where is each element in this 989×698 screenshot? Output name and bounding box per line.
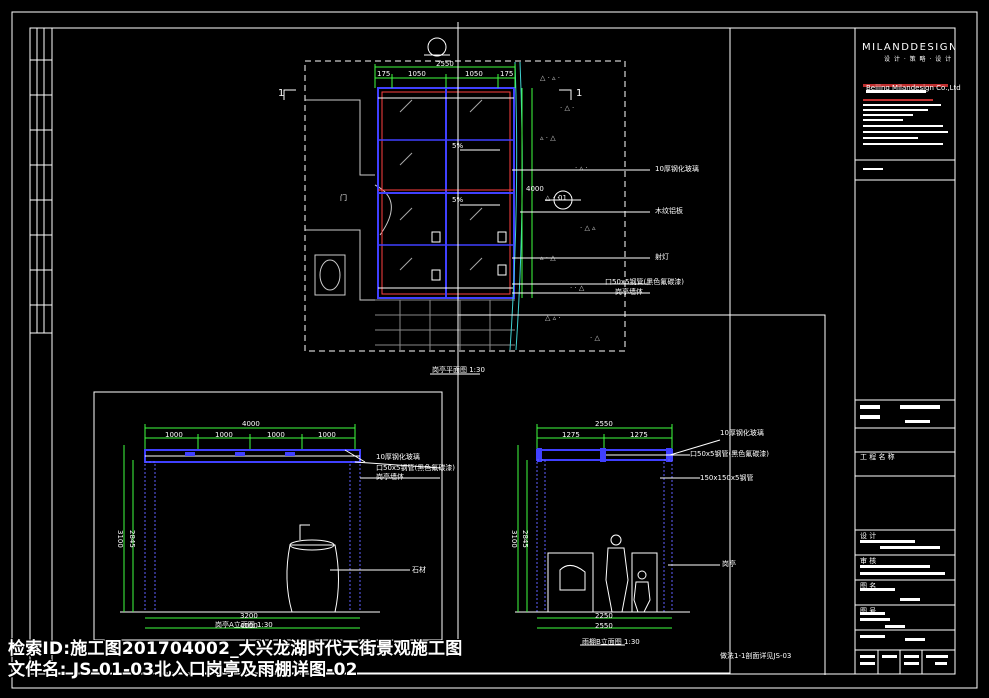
elev-b-note-glass: 10厚钢化玻璃	[720, 429, 764, 437]
svg-text:· ▵ ·: · ▵ ·	[575, 164, 587, 172]
title-block-design-label: 设 计	[860, 532, 877, 540]
outer-frame	[11, 11, 978, 689]
svg-text:▵ · △: ▵ · △	[540, 134, 556, 142]
plan-view: △ · ▵ · · △ · ▵ · △ · ▵ · △ · · · △ ▵ ▵ …	[283, 37, 650, 375]
title-block-project-label: 工 程 名 称	[860, 453, 895, 461]
elev-a-dim-seg-4: 1000	[318, 431, 336, 439]
elev-a-note-stone: 石材	[412, 566, 426, 574]
company-logo-subtitle: 设 计 · 策 略 · 设 计	[884, 56, 953, 63]
elev-a-dim-seg-1: 1000	[165, 431, 183, 439]
elev-b-dim-seg-2: 1275	[630, 431, 648, 439]
elev-a-dim-bottom-total: 4000	[240, 622, 258, 630]
svg-text:· △ ·: · △ ·	[560, 104, 574, 112]
caption-file-name: 文件名: JS-01-03北入口岗亭及雨棚详图-02	[8, 660, 358, 680]
title-block-check-label: 审 核	[860, 557, 877, 565]
section-marker-left: 1	[278, 88, 285, 99]
elev-a-dim-seg-3: 1000	[267, 431, 285, 439]
company-info-lines	[863, 84, 948, 170]
elev-a-dim-total: 4000	[242, 420, 260, 428]
svg-text:△ · ▵ ·: △ · ▵ ·	[540, 74, 560, 82]
left-strip	[29, 28, 53, 334]
title-block-drawing-label: 图 名	[860, 582, 877, 590]
svg-text:· △ ▵: · △ ▵	[580, 224, 596, 232]
elevation-a-frame	[93, 391, 443, 641]
title-block	[854, 28, 955, 674]
slope-label-1: 5%	[452, 142, 464, 150]
elev-a-dim-height-inner: 2845	[128, 530, 136, 548]
elev-a-dim-seg-2: 1000	[215, 431, 233, 439]
elev-b-dim-seg-1: 1275	[562, 431, 580, 439]
detail-marker: 01	[558, 194, 567, 202]
company-name-en: Beijing Milandesign Co.,Ltd	[866, 84, 961, 92]
elev-b-dim-bottom-total: 2550	[595, 622, 613, 630]
slope-label-2: 5%	[452, 196, 464, 204]
cad-drawing-canvas[interactable]: △ · ▵ · · △ · ▵ · △ · ▵ · △ · · · △ ▵ ▵ …	[0, 0, 989, 698]
elev-a-dim-height: 3100	[116, 530, 124, 548]
elev-b-dim-height-inner: 2845	[521, 530, 529, 548]
elev-b-note-steel-2: 150x150x5钢管	[700, 474, 754, 482]
plan-note-light: 射灯	[655, 253, 669, 261]
plan-dim-seg-2: 1050	[408, 70, 426, 78]
plan-dim-seg-4: 175	[500, 70, 514, 78]
svg-text:· △: · △	[590, 334, 600, 342]
company-logo: MILANDDESIGN	[862, 42, 958, 53]
plan-title: 岗亭平面图 1:30	[432, 366, 485, 374]
section-marker-right: 1	[576, 88, 583, 99]
plan-dim-total: 2550	[436, 60, 454, 68]
plan-note-steel-1: 口50x5钢管(黑色氟碳漆)	[605, 278, 684, 286]
elev-b-dim-height: 3100	[510, 530, 518, 548]
plan-dim-seg-3: 1050	[465, 70, 483, 78]
plan-note-glass: 10厚钢化玻璃	[655, 165, 699, 173]
title-block-number-label: 图 号	[860, 607, 877, 615]
elev-b-dim-bottom: 2250	[595, 612, 613, 620]
plan-dim-seg-1: 175	[377, 70, 391, 78]
elev-b-dim-total: 2550	[595, 420, 613, 428]
elev-b-note-guard: 岗亭	[722, 560, 736, 568]
plan-note-wood: 木纹铝板	[655, 207, 683, 215]
plan-note-wall: 岗亭墙体	[615, 288, 643, 296]
elevation-b-title: 雨棚B立面图 1:30	[582, 638, 640, 646]
elev-a-dim-bottom: 3200	[240, 612, 258, 620]
elev-a-note-glass: 10厚钢化玻璃	[376, 453, 420, 461]
elev-b-note-steel-1: 口50x5钢管(黑色氟碳漆)	[690, 450, 769, 458]
elev-a-note-wall: 岗亭墙体	[376, 473, 404, 481]
svg-text:· · △: · · △	[570, 284, 585, 292]
door-label: 门	[340, 194, 347, 202]
plan-dim-height: 4000	[526, 185, 544, 193]
section-note: 做法1-1剖面详见JS-03	[720, 652, 792, 660]
